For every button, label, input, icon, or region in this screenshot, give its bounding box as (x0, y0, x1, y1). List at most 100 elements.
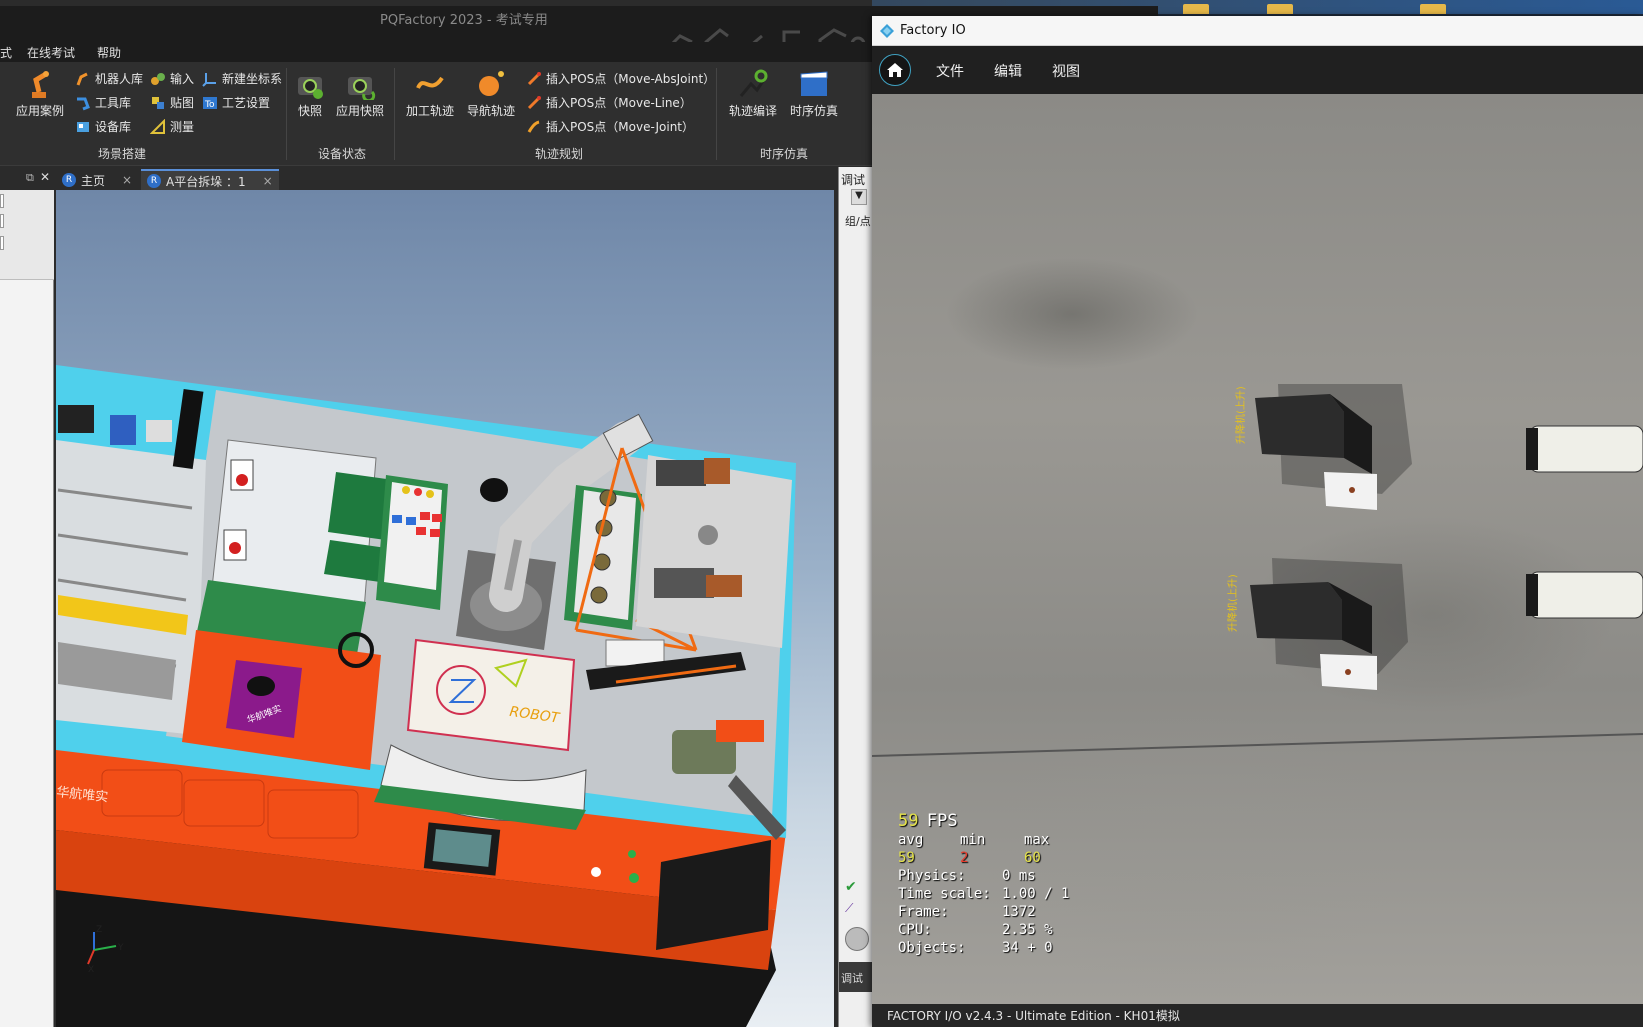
dropdown-icon[interactable]: ▼ (851, 189, 867, 205)
panel-toggle[interactable] (0, 236, 4, 250)
tab-home[interactable]: R 主页 × (56, 169, 138, 191)
robot-library-icon (76, 72, 88, 86)
new-coordinate-button[interactable]: 新建坐标系 (202, 70, 282, 87)
red-button-icon (229, 542, 241, 554)
menu-edit[interactable]: 编辑 (994, 61, 1022, 81)
machine-label: 升降机(上升) (1226, 574, 1239, 632)
texture-button[interactable]: 贴图 (150, 94, 194, 111)
3d-viewport[interactable]: 华航唯实 ROBOT 华航唯实 Z Y X (56, 190, 834, 1027)
component-block (146, 420, 172, 442)
menu-file[interactable]: 文件 (936, 61, 964, 81)
device-library-button[interactable]: 设备库 (75, 118, 131, 135)
insert-pos-absjoint-button[interactable]: 插入POS点（Move-AbsJoint） (526, 70, 715, 87)
floor-line (872, 733, 1643, 757)
robot-library-label: 机器人库 (95, 72, 144, 86)
timing-simulation-button[interactable]: 时序仿真 (790, 68, 838, 119)
tab-platform-label: A平台拆垛 ：1 (166, 174, 246, 189)
desktop-folder-icon[interactable] (1267, 4, 1293, 14)
cpu-value: 2.35 % (1002, 922, 1053, 938)
factoryio-menubar: 文件 编辑 视图 (872, 46, 1643, 94)
tab-home-label: 主页 (81, 173, 106, 188)
ribbon-separator (286, 68, 287, 160)
menu-exam-mode[interactable]: 式 (0, 44, 12, 61)
process-settings-label: 工艺设置 (222, 96, 271, 110)
tool-library-button[interactable]: 工具库 (75, 94, 131, 111)
timescale-label: Time scale: (898, 886, 991, 902)
factoryio-3d-scene[interactable]: 升降机(上升) 升降机(上升) 59 FPS avg min max 59 2 … (872, 94, 1643, 1004)
menu-help[interactable]: 帮助 (97, 44, 121, 61)
tab-platform-destack[interactable]: R A平台拆垛 ：1 × (141, 169, 279, 191)
import-label: 输入 (170, 72, 195, 86)
avg-label: avg (898, 832, 924, 848)
tab-close-icon[interactable]: × (263, 174, 273, 188)
timescale-value: 1.00 / 1 (1002, 886, 1070, 902)
navigation-path-button[interactable]: 导航轨迹 (467, 68, 515, 119)
machining-path-icon (416, 76, 444, 90)
insert-pos-joint-button[interactable]: 插入POS点（Move-Joint） (526, 118, 694, 135)
frame-value: 1372 (1002, 904, 1036, 920)
app-cases-button[interactable]: 应用案例 (16, 68, 64, 119)
left-side-panel (0, 190, 54, 1027)
desktop-folder-icon[interactable] (1183, 4, 1209, 14)
panel-toggle[interactable] (0, 194, 4, 208)
conveyor (1529, 571, 1643, 619)
pqfactory-title: PQFactory 2023 - 考试专用 (380, 13, 548, 28)
group-point-label: 组/点 (845, 215, 871, 228)
debug-panel-title: 调试 (841, 173, 866, 187)
apply-snapshot-icon (348, 77, 376, 100)
tool-library-label: 工具库 (95, 96, 132, 110)
coordinate-system-icon (202, 72, 216, 87)
component-block (110, 415, 136, 445)
machine-part (704, 458, 730, 484)
machine-part (654, 568, 714, 598)
play-icon[interactable] (845, 927, 869, 951)
robot-library-button[interactable]: 机器人库 (75, 70, 143, 87)
physics-value: 0 ms (1002, 868, 1036, 884)
factoryio-logo-icon (880, 23, 894, 38)
frame-label: Frame: (898, 904, 949, 920)
apply-snapshot-button[interactable]: 应用快照 (336, 68, 384, 119)
path-icon[interactable]: ⟋ (845, 901, 853, 916)
machine-label: 升降机(上升) (1234, 386, 1247, 444)
insert-point-icon (527, 120, 540, 133)
navigation-path-icon (479, 71, 504, 96)
insert-point-icon (527, 71, 541, 85)
path-compile-label: 轨迹编译 (729, 104, 778, 118)
insert-pos-line-label: 插入POS点（Move-Line） (546, 96, 692, 110)
device-library-icon (77, 121, 89, 132)
debug-tab[interactable]: 调试 (839, 962, 873, 992)
objects-label: Objects: (898, 940, 966, 956)
component-block (58, 405, 94, 433)
insert-pos-line-button[interactable]: 插入POS点（Move-Line） (526, 94, 692, 111)
close-panel-icon[interactable]: ✕ (40, 170, 50, 184)
axis-y-label: Y (117, 943, 124, 953)
red-button-icon (236, 474, 248, 486)
snapshot-button[interactable]: 快照 (294, 68, 326, 119)
machining-path-button[interactable]: 加工轨迹 (406, 68, 454, 119)
home-icon (887, 63, 903, 77)
menu-online-exam[interactable]: 在线考试 (27, 44, 75, 61)
import-icon (151, 72, 165, 85)
process-settings-button[interactable]: To 工艺设置 (202, 94, 270, 111)
timing-simulation-label: 时序仿真 (790, 104, 839, 118)
pq-logo-icon: R (62, 173, 76, 187)
measure-icon (150, 118, 165, 134)
desktop-folder-icon[interactable] (1420, 4, 1446, 14)
restore-window-icon[interactable]: ⧉ (26, 171, 34, 185)
mouse-mat (226, 660, 302, 738)
menu-view[interactable]: 视图 (1052, 61, 1080, 81)
path-compile-button[interactable]: 轨迹编译 (729, 68, 777, 119)
home-button[interactable] (879, 54, 911, 86)
left-panel-toolbar (0, 190, 54, 280)
import-button[interactable]: 输入 (150, 70, 194, 87)
indicator-icon (1345, 669, 1351, 675)
tab-close-icon[interactable]: × (122, 173, 132, 187)
check-icon[interactable]: ✔ (845, 879, 857, 895)
measure-button[interactable]: 测量 (150, 118, 194, 135)
path-compile-icon (739, 69, 768, 97)
pqfactory-menubar: 式 在线考试 帮助 (0, 42, 872, 62)
app-cases-label: 应用案例 (16, 104, 65, 118)
panel-toggle[interactable] (0, 214, 4, 228)
machine-part (656, 460, 706, 486)
snapshot-camera-icon (298, 77, 323, 99)
